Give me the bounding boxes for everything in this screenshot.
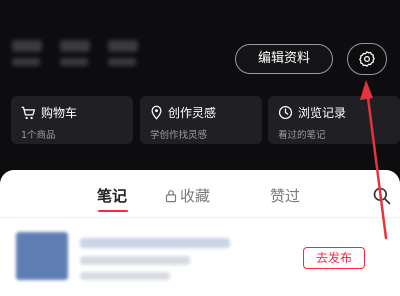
cart-card-title: 购物车	[41, 106, 78, 120]
stat-label-blur	[12, 58, 40, 66]
history-card-title: 浏览记录	[298, 106, 347, 120]
tab-collections-label: 收藏	[180, 187, 211, 205]
inspiration-card[interactable]: 创作灵感 学创作找灵感	[140, 96, 262, 144]
stat-value-blur	[108, 40, 138, 52]
active-tab-indicator	[98, 210, 128, 212]
lock-icon	[165, 189, 177, 202]
search-icon[interactable]	[372, 186, 392, 206]
inspiration-card-subtitle: 学创作找灵感	[150, 130, 208, 141]
lightbulb-pin-icon	[151, 105, 162, 120]
profile-screen: 编辑资料 购物车 1个商品 创作灵感 学创作找灵感 浏览记录 看过的笔记 笔记 …	[0, 0, 400, 296]
clock-icon	[278, 105, 293, 120]
tab-liked[interactable]: 赞过	[270, 185, 300, 206]
stat-label-blur	[108, 58, 136, 66]
tab-divider	[0, 217, 400, 218]
note-meta-blur	[80, 256, 190, 265]
edit-profile-button[interactable]: 编辑资料	[235, 44, 333, 74]
publish-button[interactable]: 去发布	[303, 247, 365, 269]
stat-value-blur	[60, 40, 90, 52]
cart-card-subtitle: 1个商品	[21, 130, 56, 141]
gear-icon	[359, 51, 375, 67]
note-meta-blur	[80, 272, 170, 280]
tab-notes[interactable]: 笔记	[97, 185, 127, 206]
stat-value-blur	[12, 40, 42, 52]
note-thumbnail	[16, 232, 68, 280]
inspiration-card-title: 创作灵感	[168, 106, 217, 120]
notes-panel: 笔记 收藏 赞过 去发布	[0, 170, 400, 296]
tab-collections[interactable]: 收藏	[165, 185, 210, 206]
settings-button[interactable]	[347, 43, 387, 75]
history-card[interactable]: 浏览记录 看过的笔记	[268, 96, 400, 144]
cart-card[interactable]: 购物车 1个商品	[11, 96, 133, 144]
stat-label-blur	[60, 58, 88, 66]
history-card-subtitle: 看过的笔记	[278, 130, 326, 141]
cart-icon	[21, 106, 36, 119]
note-title-blur	[80, 238, 230, 248]
